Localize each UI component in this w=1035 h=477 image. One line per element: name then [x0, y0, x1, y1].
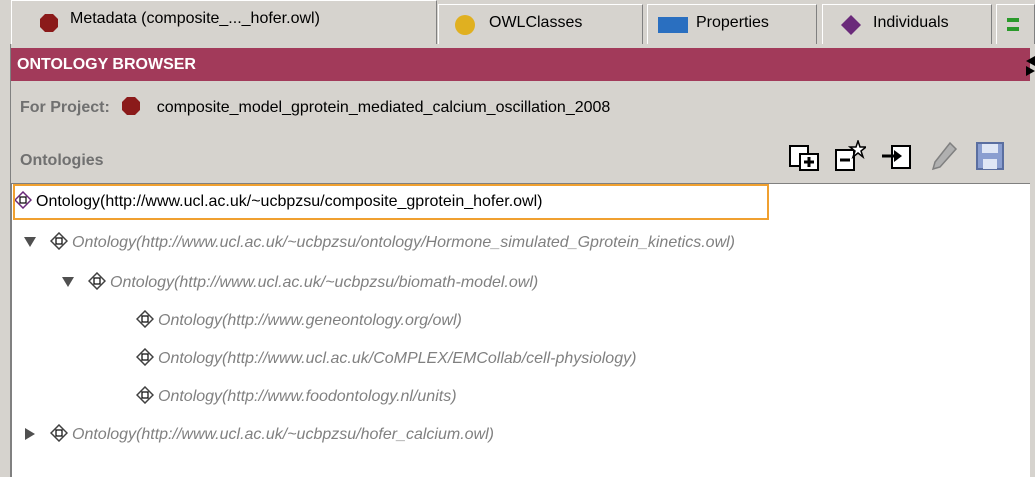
- tree-row-root[interactable]: Ontology(http://www.ucl.ac.uk/~ucbpzsu/c…: [13, 184, 769, 220]
- gold-circle-icon: [455, 14, 475, 35]
- expanded-triangle-icon[interactable]: [62, 276, 74, 288]
- tree-row-cell-physiology[interactable]: Ontology(http://www.ucl.ac.uk/CoMPLEX/EM…: [135, 342, 637, 376]
- tree-row-hormone-label: Ontology(http://www.ucl.ac.uk/~ucbpzsu/o…: [72, 234, 735, 251]
- ontology-browser-header: ONTOLOGY BROWSER: [11, 48, 1030, 81]
- collapsed-triangle-icon[interactable]: [24, 428, 36, 440]
- expanded-triangle-icon[interactable]: [24, 236, 36, 248]
- tab-individuals[interactable]: Individuals: [822, 4, 992, 44]
- ontology-diamond-icon: [135, 347, 155, 367]
- purple-diamond-icon: [841, 14, 861, 35]
- edit-pencil-icon[interactable]: [928, 140, 960, 172]
- ontology-diamond-icon: [135, 309, 155, 329]
- create-ontology-icon[interactable]: [788, 140, 820, 172]
- tree-row-biomath[interactable]: Ontology(http://www.ucl.ac.uk/~ucbpzsu/b…: [62, 266, 538, 300]
- ontology-diamond-icon: [49, 231, 69, 251]
- tab-properties[interactable]: Properties: [647, 4, 817, 44]
- tab-overflow-icon: [1007, 17, 1019, 31]
- tab-owlclasses-label: OWLClasses: [489, 14, 583, 31]
- project-octagon-icon: [122, 97, 141, 115]
- ontology-tree[interactable]: Ontology(http://www.ucl.ac.uk/~ucbpzsu/c…: [11, 183, 1030, 477]
- ontologies-label: Ontologies: [20, 152, 104, 169]
- tree-row-foodontology[interactable]: Ontology(http://www.foodontology.nl/unit…: [135, 380, 457, 414]
- tab-owlclasses[interactable]: OWLClasses: [438, 4, 643, 44]
- tab-metadata-label: Metadata (composite_..._hofer.owl): [70, 10, 320, 27]
- new-ontology-icon[interactable]: [834, 140, 866, 172]
- tree-row-geneontology-label: Ontology(http://www.geneontology.org/owl…: [158, 312, 462, 329]
- tree-row-root-label: Ontology(http://www.ucl.ac.uk/~ucbpzsu/c…: [36, 193, 543, 210]
- tree-row-hormone[interactable]: Ontology(http://www.ucl.ac.uk/~ucbpzsu/o…: [24, 226, 735, 260]
- tree-row-biomath-label: Ontology(http://www.ucl.ac.uk/~ucbpzsu/b…: [110, 274, 539, 291]
- tree-row-foodontology-label: Ontology(http://www.foodontology.nl/unit…: [158, 388, 457, 405]
- import-ontology-icon[interactable]: [880, 140, 912, 172]
- tree-row-geneontology[interactable]: Ontology(http://www.geneontology.org/owl…: [135, 304, 462, 338]
- tree-row-cell-physiology-label: Ontology(http://www.ucl.ac.uk/CoMPLEX/EM…: [158, 350, 637, 367]
- project-row: For Project: composite_model_gprotein_me…: [20, 94, 610, 122]
- project-name: composite_model_gprotein_mediated_calciu…: [156, 99, 611, 116]
- tab-properties-label: Properties: [696, 14, 769, 31]
- ontology-diamond-icon: [13, 190, 33, 210]
- blue-rectangle-icon: [658, 16, 688, 33]
- ontology-diamond-icon: [135, 385, 155, 405]
- splitter-arrow-icon[interactable]: [1026, 56, 1035, 76]
- save-disk-icon[interactable]: [974, 140, 1006, 172]
- tab-bar: Metadata (composite_..._hofer.owl) OWLCl…: [0, 0, 1035, 44]
- tree-row-hofer-calcium[interactable]: Ontology(http://www.ucl.ac.uk/~ucbpzsu/h…: [24, 418, 494, 452]
- tab-metadata[interactable]: Metadata (composite_..._hofer.owl): [11, 0, 437, 44]
- ontology-diamond-icon: [87, 271, 107, 291]
- tab-overflow[interactable]: [996, 4, 1035, 44]
- project-label: For Project:: [20, 99, 110, 116]
- tree-row-hofer-calcium-label: Ontology(http://www.ucl.ac.uk/~ucbpzsu/h…: [72, 426, 494, 443]
- dark-red-octagon-icon: [40, 13, 58, 32]
- ontology-diamond-icon: [49, 423, 69, 443]
- header-title: ONTOLOGY BROWSER: [17, 56, 196, 73]
- tab-individuals-label: Individuals: [873, 14, 949, 31]
